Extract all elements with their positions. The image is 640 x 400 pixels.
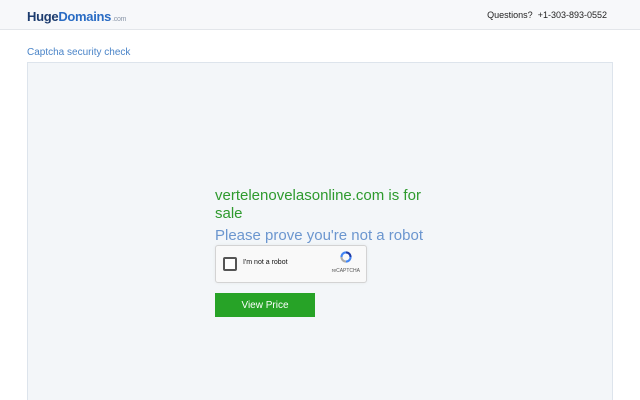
recaptcha-logo-icon <box>340 251 352 263</box>
contact-info: Questions? +1-303-893-0552 <box>487 10 607 20</box>
recaptcha-widget: I'm not a robot reCAPTCHA <box>215 245 367 283</box>
site-header: HugeDomains.com Questions? +1-303-893-055… <box>0 0 640 30</box>
logo-text-huge: Huge <box>27 9 59 24</box>
recaptcha-label: I'm not a robot <box>243 259 288 266</box>
prove-not-robot-text: Please prove you're not a robot <box>215 227 423 244</box>
captcha-content: vertelenovelasonline.com is for sale Ple… <box>215 187 435 245</box>
page-title: Captcha security check <box>27 47 131 58</box>
logo-text-tld: .com <box>112 16 127 23</box>
phone-number[interactable]: +1-303-893-0552 <box>538 10 607 20</box>
questions-label: Questions? <box>487 10 533 20</box>
recaptcha-brand: reCAPTCHA <box>331 268 360 274</box>
recaptcha-checkbox[interactable] <box>223 257 237 271</box>
view-price-button[interactable]: View Price <box>215 293 315 317</box>
logo-text-domains: Domains <box>58 9 112 24</box>
hugedomains-logo[interactable]: HugeDomains.com <box>27 9 126 24</box>
domain-for-sale-heading: vertelenovelasonline.com is for sale <box>215 187 421 222</box>
